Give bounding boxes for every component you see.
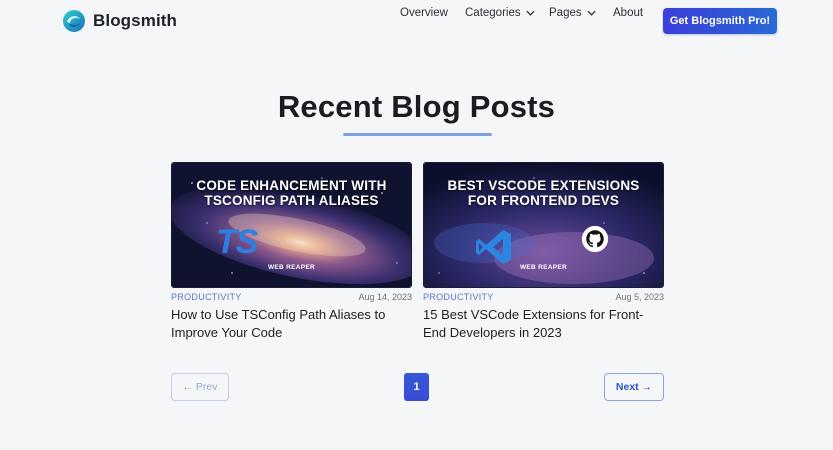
image-brand: WEB REAPER (519, 264, 568, 271)
image-brand: WEB REAPER (267, 264, 316, 271)
blogsmith-swirl-icon (63, 10, 85, 32)
image-title-line: FOR FRONTEND DEVS (467, 193, 620, 208)
image-title-line: TSCONFIG PATH ALIASES (204, 193, 379, 208)
post-card[interactable]: BEST VSCODE EXTENSIONS FOR FRONTEND DEVS… (423, 162, 664, 342)
post-meta: PRODUCTIVITY Aug 5, 2023 (423, 292, 664, 302)
image-title-line: BEST VSCODE EXTENSIONS (447, 178, 640, 193)
get-pro-button[interactable]: Get Blogsmith Pro! (663, 8, 777, 34)
post-card[interactable]: CODE ENHANCEMENT WITH TSCONFIG PATH ALIA… (171, 162, 412, 342)
post-title-link[interactable]: 15 Best VSCode Extensions for Front-End … (423, 306, 664, 342)
nav-about-label: About (613, 7, 644, 19)
post-thumbnail[interactable]: BEST VSCODE EXTENSIONS FOR FRONTEND DEVS… (423, 162, 664, 288)
brand-name: Blogsmith (93, 11, 178, 30)
top-nav: Blogsmith Overview Categories Pages Abou… (0, 0, 833, 42)
nav-overview[interactable]: Overview (400, 7, 448, 19)
post-date: Aug 14, 2023 (358, 292, 412, 302)
page-number-1[interactable]: 1 (404, 373, 429, 401)
nav-pages-dropdown[interactable]: Pages (549, 7, 596, 19)
title-underline (343, 133, 492, 136)
github-icon (581, 225, 609, 253)
next-page-button[interactable]: Next → (604, 373, 664, 401)
brand-link[interactable]: Blogsmith (62, 9, 177, 33)
typescript-logo: TS (216, 223, 258, 261)
nav-overview-label: Overview (400, 7, 448, 19)
page-title: Recent Blog Posts (277, 89, 556, 124)
prev-page-button[interactable]: ← Prev (171, 373, 229, 401)
chevron-down-icon (526, 10, 535, 16)
post-date: Aug 5, 2023 (615, 292, 664, 302)
category-link[interactable]: PRODUCTIVITY (171, 292, 242, 302)
image-title-line: CODE ENHANCEMENT WITH (196, 178, 387, 193)
post-thumbnail[interactable]: CODE ENHANCEMENT WITH TSCONFIG PATH ALIA… (171, 162, 412, 288)
post-title-link[interactable]: How to Use TSConfig Path Aliases to Impr… (171, 306, 412, 342)
nav-categories-dropdown[interactable]: Categories (465, 7, 535, 19)
category-link[interactable]: PRODUCTIVITY (423, 292, 494, 302)
nav-about[interactable]: About (613, 7, 643, 19)
nav-pages-label: Pages (549, 7, 582, 19)
nav-categories-label: Categories (465, 7, 521, 19)
vscode-icon (476, 230, 511, 264)
post-meta: PRODUCTIVITY Aug 14, 2023 (171, 292, 412, 302)
chevron-down-icon (587, 10, 596, 16)
